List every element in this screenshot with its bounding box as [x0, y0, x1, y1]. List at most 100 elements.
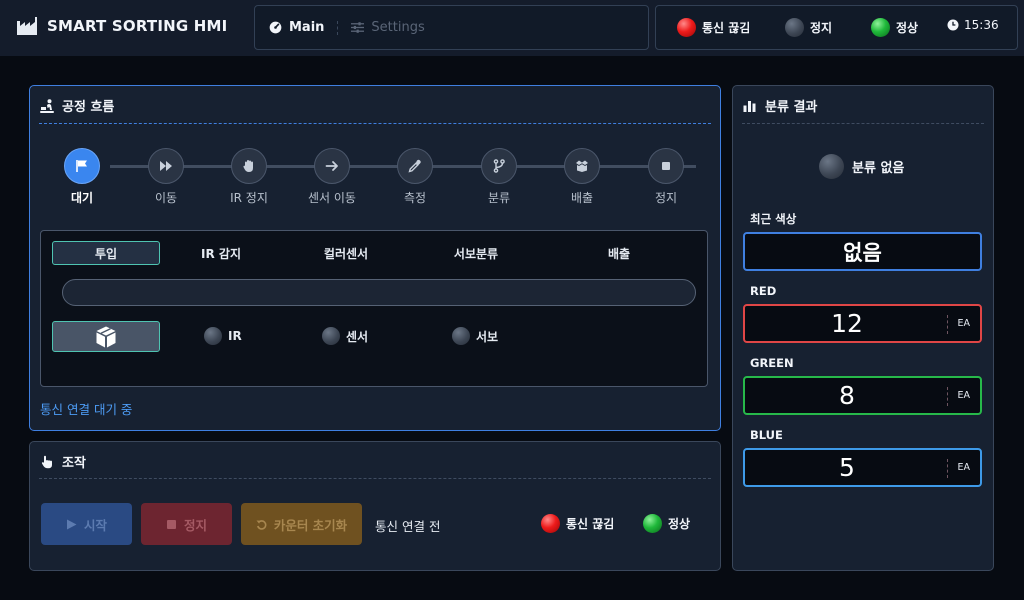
- step-label: 측정: [403, 191, 427, 205]
- step-wait: 대기: [42, 148, 122, 206]
- control-health-status: 정상: [643, 514, 690, 533]
- health-led: [643, 514, 662, 533]
- color-sensor-label: 센서: [346, 329, 369, 344]
- step-label: 배출: [570, 191, 594, 205]
- step-ir-stop: IR 정지: [209, 148, 289, 206]
- people-carry-icon: [40, 98, 54, 113]
- step-label: IR 정지: [230, 191, 268, 205]
- top-bar: SMART SORTING HMI Main Settings 통신 끊김 정지…: [0, 0, 1024, 56]
- nav-settings[interactable]: Settings: [351, 20, 425, 35]
- bar-chart-icon: [743, 100, 756, 112]
- fast-forward-icon: [148, 148, 184, 184]
- nav-settings-label: Settings: [371, 20, 425, 35]
- sort-led: [819, 154, 844, 179]
- red-count-label: RED: [750, 284, 777, 298]
- step-label: 분류: [487, 191, 511, 205]
- factory-icon: [17, 17, 37, 35]
- control-title-text: 조작: [62, 456, 86, 471]
- gauge-icon: [269, 21, 282, 34]
- step-move: 이동: [126, 148, 206, 206]
- header-run-status: 정지: [785, 18, 832, 37]
- step-label: 센서 이동: [308, 191, 356, 205]
- control-panel: 조작 시작 정지 카운터 초기화 통신 연결 전 통신 끊김 정상: [29, 441, 721, 571]
- box-open-icon: [564, 148, 600, 184]
- result-panel: 분류 결과 분류 없음 최근 색상 없음 RED 12 EA GREEN 8 E…: [732, 85, 994, 571]
- start-button[interactable]: 시작: [41, 503, 132, 545]
- recent-color-label: 최근 색상: [750, 212, 797, 226]
- step-measure: 측정: [375, 148, 455, 206]
- clock-icon: [947, 19, 959, 31]
- stage-color-sensor: 컬러센서: [323, 246, 369, 261]
- comm-led: [541, 514, 560, 533]
- header-health-status: 정상: [871, 18, 918, 37]
- stop-icon: [648, 148, 684, 184]
- step-label: 대기: [70, 191, 94, 205]
- stage-servo-sort: 서보분류: [453, 246, 499, 261]
- step-discharge: 배출: [542, 148, 622, 206]
- start-label: 시작: [83, 517, 107, 533]
- sort-status: 분류 없음: [819, 154, 904, 179]
- step-label: 정지: [654, 191, 678, 205]
- input-item: [52, 321, 160, 352]
- brand: SMART SORTING HMI: [17, 17, 227, 35]
- stop-button[interactable]: 정지: [141, 503, 232, 545]
- green-count-unit: EA: [957, 390, 970, 401]
- servo-label: 서보: [476, 329, 499, 344]
- hand-icon: [231, 148, 267, 184]
- control-health-text: 정상: [668, 517, 691, 531]
- health-status-text: 정상: [896, 21, 919, 35]
- sort-status-text: 분류 없음: [852, 161, 905, 176]
- step-sort: 분류: [459, 148, 539, 206]
- unit-divider: [947, 315, 948, 334]
- connection-status-text: 통신 연결 전: [375, 519, 441, 534]
- reset-counter-button[interactable]: 카운터 초기화: [241, 503, 362, 545]
- servo-led: [452, 327, 470, 345]
- recent-color-value: 없음: [843, 240, 882, 265]
- control-comm-text: 통신 끊김: [566, 517, 615, 531]
- recent-color-box: 없음: [743, 232, 982, 271]
- control-panel-title: 조작: [40, 452, 86, 471]
- nav-main-label: Main: [289, 20, 325, 35]
- result-title-text: 분류 결과: [765, 100, 818, 115]
- arrow-right-icon: [314, 148, 350, 184]
- cube-icon: [96, 326, 116, 347]
- stage-ir-detect: IR 감지: [201, 246, 241, 261]
- step-sensor-move: 센서 이동: [292, 148, 372, 206]
- nav-main[interactable]: Main: [269, 20, 324, 35]
- branch-icon: [481, 148, 517, 184]
- stop-icon: [166, 519, 176, 529]
- header-clock: 15:36: [947, 18, 999, 32]
- nav-bar: Main Settings: [254, 5, 649, 50]
- step-stop: 정지: [626, 148, 706, 206]
- blue-count-unit: EA: [957, 462, 970, 473]
- red-count-box: 12 EA: [743, 304, 982, 343]
- blue-count-label: BLUE: [750, 428, 783, 442]
- pointer-hand-icon: [41, 455, 52, 468]
- green-count-box: 8 EA: [743, 376, 982, 415]
- green-count-label: GREEN: [750, 356, 794, 370]
- control-divider: [39, 478, 711, 479]
- header-status: 통신 끊김 정지 정상 15:36: [655, 5, 1018, 50]
- process-panel: 공정 흐름 대기 이동 IR 정지 센서 이동 측정 분류 배출 정지 투입 I…: [29, 85, 721, 431]
- process-divider: [39, 123, 711, 124]
- green-count-value: 8: [839, 381, 855, 410]
- header-comm-status: 통신 끊김: [677, 18, 750, 37]
- servo-indicator: 서보: [452, 327, 498, 345]
- nav-divider: [337, 20, 339, 35]
- ir-label: IR: [228, 329, 242, 343]
- blue-count-box: 5 EA: [743, 448, 982, 487]
- process-panel-title: 공정 흐름: [40, 96, 114, 115]
- app-title: SMART SORTING HMI: [47, 17, 228, 35]
- sliders-icon: [351, 22, 365, 33]
- process-title-text: 공정 흐름: [62, 100, 115, 115]
- stop-label: 정지: [183, 517, 207, 533]
- step-label: 이동: [154, 191, 178, 205]
- result-divider: [742, 123, 984, 124]
- conveyor-view: 투입 IR 감지 컬러센서 서보분류 배출 IR 센서 서보: [40, 230, 708, 387]
- red-count-value: 12: [831, 309, 863, 338]
- comm-led: [677, 18, 696, 37]
- result-panel-title: 분류 결과: [743, 96, 817, 115]
- connection-note: 통신 연결 대기 중: [40, 402, 133, 417]
- unit-divider: [947, 459, 948, 478]
- red-count-unit: EA: [957, 318, 970, 329]
